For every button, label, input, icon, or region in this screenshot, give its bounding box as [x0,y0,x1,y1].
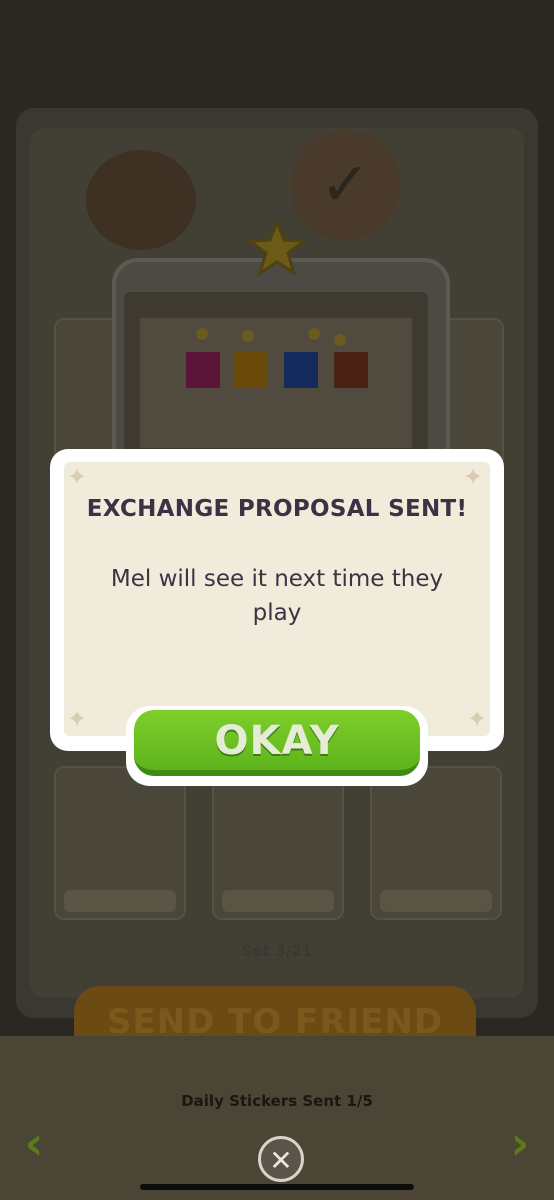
color-swatch [234,352,268,388]
color-swatch [334,352,368,388]
pin [308,328,320,340]
corner-ornament-icon: ✦ [462,463,484,491]
pin [334,334,346,346]
featured-sticker-board [140,318,412,448]
dialog-message: Mel will see it next time they play [110,566,444,626]
corner-ornament-icon: ✦ [66,705,88,733]
color-swatch [186,352,220,388]
sticker-caption [222,890,334,912]
chevron-right-icon[interactable]: › [500,1118,540,1168]
pin [242,330,254,342]
star-icon [246,218,308,277]
corner-ornament-icon: ✦ [66,463,88,491]
color-swatch [284,352,318,388]
sticker-caption [380,890,492,912]
close-icon[interactable]: ✕ [258,1136,304,1182]
home-indicator [140,1184,414,1190]
sticker-thumbnail[interactable] [212,766,344,920]
sticker-caption [64,890,176,912]
set-logo [86,150,196,250]
okay-button[interactable]: OKAY [134,710,420,776]
sticker-thumbnail[interactable] [54,766,186,920]
set-counter: Set 3/21 [241,942,313,960]
corner-ornament-icon: ✦ [466,705,488,733]
daily-stickers-sent: Daily Stickers Sent 1/5 [181,1092,373,1110]
pin [196,328,208,340]
chevron-left-icon[interactable]: ‹ [14,1118,54,1168]
sticker-thumbnail[interactable] [370,766,502,920]
dialog-title: EXCHANGE PROPOSAL SENT! [86,496,468,522]
